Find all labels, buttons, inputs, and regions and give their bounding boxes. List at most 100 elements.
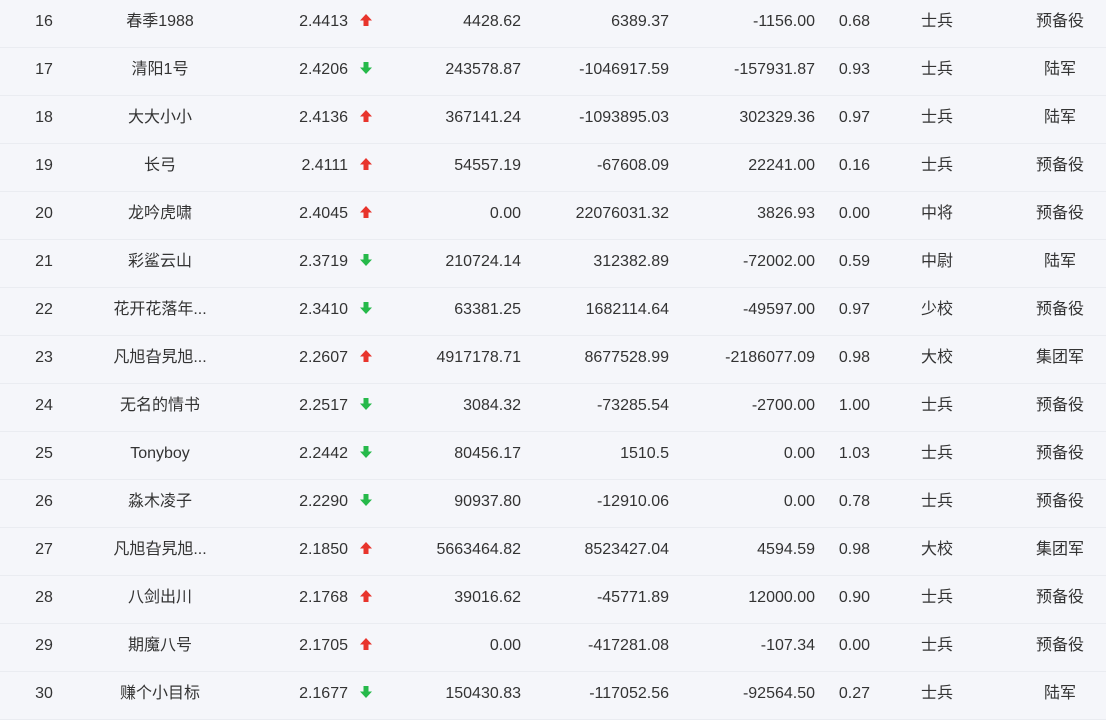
player-name-cell[interactable]: 清阳1号 [100,48,220,95]
rank-cell: 17 [35,61,53,78]
table-row[interactable]: 27 凡旭旮旯旭... 2.1850 5663464.82 8523427.04… [0,528,1106,576]
value1-cell: 5663464.82 [436,541,521,558]
table-row[interactable]: 24 无名的情书 2.2517 3084.32 -73285.54 -2700.… [0,384,1106,432]
ratio-cell: 0.68 [838,13,870,30]
value2-cell: -12910.06 [596,493,669,510]
score-cell: 2.2442 [299,445,348,462]
down-arrow-icon [360,445,372,458]
table-row[interactable]: 30 赚个小目标 2.1677 150430.83 -117052.56 -92… [0,672,1106,720]
value2-cell: 1510.5 [620,445,669,462]
value3-cell: -107.34 [760,637,815,654]
value2-cell: -417281.08 [588,637,669,654]
player-name-cell[interactable]: 期魔八号 [100,624,220,671]
player-name-cell[interactable]: 凡旭旮旯旭... [100,528,220,575]
score-cell: 2.1850 [299,541,348,558]
military-rank-cell: 士兵 [920,685,953,702]
ratio-cell: 1.00 [838,397,870,414]
unit-cell: 预备役 [1035,205,1084,222]
table-row[interactable]: 16 春季1988 2.4413 4428.62 6389.37 -1156.0… [0,0,1106,48]
value3-cell: 22241.00 [748,157,815,174]
unit-cell: 陆军 [1043,685,1076,702]
unit-cell: 预备役 [1035,157,1084,174]
player-name-cell[interactable]: Tonyboy [100,432,220,479]
military-rank-cell: 士兵 [920,157,953,174]
ratio-cell: 0.59 [838,253,870,270]
rank-cell: 18 [35,109,53,126]
value3-cell: 4594.59 [757,541,815,558]
player-name-cell[interactable]: 春季1988 [100,0,220,47]
value3-cell: -72002.00 [742,253,815,270]
value2-cell: 8523427.04 [584,541,669,558]
value1-cell: 210724.14 [445,253,521,270]
value2-cell: -1046917.59 [579,61,669,78]
player-name-cell[interactable]: 淼木凌子 [100,480,220,527]
player-name-cell[interactable]: 长弓 [100,144,220,191]
trend-cell [356,240,376,287]
ratio-cell: 0.90 [838,589,870,606]
trend-cell [356,48,376,95]
rank-cell: 23 [35,349,53,366]
player-name-cell[interactable]: 大大小小 [100,96,220,143]
up-arrow-icon [360,157,372,170]
up-arrow-icon [360,589,372,602]
score-cell: 2.2290 [299,493,348,510]
table-row[interactable]: 18 大大小小 2.4136 367141.24 -1093895.03 302… [0,96,1106,144]
table-row[interactable]: 20 龙吟虎啸 2.4045 0.00 22076031.32 3826.93 … [0,192,1106,240]
up-arrow-icon [360,637,372,650]
player-name-cell[interactable]: 凡旭旮旯旭... [100,336,220,383]
trend-cell [356,96,376,143]
rank-cell: 20 [35,205,53,222]
trend-cell [356,624,376,671]
score-cell: 2.2517 [299,397,348,414]
ratio-cell: 0.93 [838,61,870,78]
table-row[interactable]: 21 彩鲨云山 2.3719 210724.14 312382.89 -7200… [0,240,1106,288]
player-name-cell[interactable]: 赚个小目标 [100,672,220,719]
unit-cell: 预备役 [1035,397,1084,414]
up-arrow-icon [360,109,372,122]
leaderboard-table: 16 春季1988 2.4413 4428.62 6389.37 -1156.0… [0,0,1106,720]
down-arrow-icon [360,61,372,74]
table-row[interactable]: 29 期魔八号 2.1705 0.00 -417281.08 -107.34 0… [0,624,1106,672]
table-row[interactable]: 23 凡旭旮旯旭... 2.2607 4917178.71 8677528.99… [0,336,1106,384]
player-name-cell[interactable]: 花开花落年... [100,288,220,335]
military-rank-cell: 士兵 [920,61,953,78]
value3-cell: 12000.00 [748,589,815,606]
value1-cell: 4917178.71 [436,349,521,366]
military-rank-cell: 士兵 [920,637,953,654]
value1-cell: 0.00 [489,205,521,222]
value1-cell: 90937.80 [454,493,521,510]
rank-cell: 19 [35,157,53,174]
unit-cell: 预备役 [1035,13,1084,30]
value2-cell: -73285.54 [596,397,669,414]
trend-cell [356,144,376,191]
ratio-cell: 1.03 [838,445,870,462]
table-row[interactable]: 28 八剑出川 2.1768 39016.62 -45771.89 12000.… [0,576,1106,624]
table-row[interactable]: 22 花开花落年... 2.3410 63381.25 1682114.64 -… [0,288,1106,336]
player-name-cell[interactable]: 龙吟虎啸 [100,192,220,239]
player-name-cell[interactable]: 无名的情书 [100,384,220,431]
rank-cell: 25 [35,445,53,462]
player-name-cell[interactable]: 八剑出川 [100,576,220,623]
trend-cell [356,192,376,239]
table-row[interactable]: 25 Tonyboy 2.2442 80456.17 1510.5 0.00 1… [0,432,1106,480]
value2-cell: 8677528.99 [584,349,669,366]
value3-cell: -157931.87 [734,61,815,78]
ratio-cell: 0.97 [838,301,870,318]
value3-cell: -2186077.09 [725,349,815,366]
rank-cell: 27 [35,541,53,558]
value3-cell: 0.00 [783,493,815,510]
score-cell: 2.4206 [299,61,348,78]
up-arrow-icon [360,349,372,362]
table-row[interactable]: 17 清阳1号 2.4206 243578.87 -1046917.59 -15… [0,48,1106,96]
ratio-cell: 0.00 [838,205,870,222]
trend-cell [356,576,376,623]
player-name-cell[interactable]: 彩鲨云山 [100,240,220,287]
unit-cell: 陆军 [1043,61,1076,78]
military-rank-cell: 少校 [920,301,953,318]
rank-cell: 30 [35,685,53,702]
score-cell: 2.2607 [299,349,348,366]
table-row[interactable]: 26 淼木凌子 2.2290 90937.80 -12910.06 0.00 0… [0,480,1106,528]
ratio-cell: 0.16 [838,157,870,174]
table-row[interactable]: 19 长弓 2.4111 54557.19 -67608.09 22241.00… [0,144,1106,192]
ratio-cell: 0.98 [838,349,870,366]
